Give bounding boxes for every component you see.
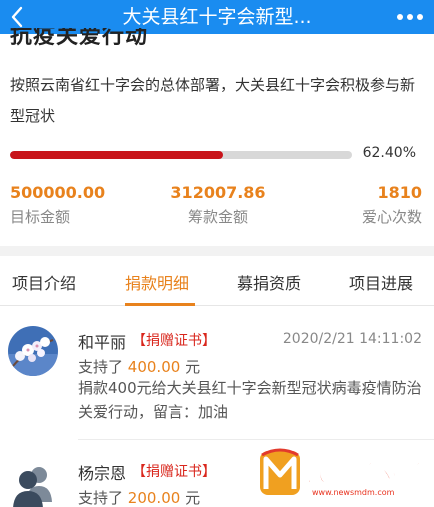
progress-bar-fill [10, 151, 224, 159]
amount-suffix: 元 [185, 358, 201, 376]
section-divider [0, 246, 434, 256]
stat-count-value: 1810 [377, 183, 422, 202]
donation-message: 捐款400元给大关县红十字会新型冠状病毒疫情防治关爱行动，留言：加油 [78, 379, 422, 421]
donation-amount: 支持了 200.00 元 [78, 487, 200, 507]
progress-percent: 62.40% [362, 145, 416, 161]
avatar [8, 326, 58, 376]
watermark-logo-icon: 民声面对面 www.newsmdm.com [260, 448, 430, 497]
item-divider [78, 439, 434, 440]
amount-value: 200.00 [127, 489, 181, 507]
blossom-photo-icon [8, 326, 58, 376]
amount-prefix: 支持了 [78, 358, 124, 376]
svg-text:www.newsmdm.com: www.newsmdm.com [312, 488, 395, 497]
svg-text:民声面对面: 民声面对面 [306, 459, 430, 487]
amount-value: 400.00 [127, 358, 181, 376]
donor-name: 杨宗恩 [78, 464, 127, 483]
project-heading-text: 抗疫关爱行动 [10, 28, 149, 48]
tab-bar: 项目介绍 捐款明细 募捐资质 项目进展 [0, 256, 434, 306]
active-tab-indicator [125, 303, 195, 306]
certificate-link[interactable]: 【捐赠证书】 [132, 461, 216, 481]
more-button[interactable] [390, 0, 430, 34]
donation-amount: 支持了 400.00 元 [78, 356, 200, 377]
donation-item: 和平丽 【捐赠证书】 2020/2/21 14:11:02 支持了 400.00… [0, 320, 434, 440]
users-icon [13, 467, 52, 507]
tab-donation-details[interactable]: 捐款明细 [125, 270, 189, 294]
stat-target-label: 目标金额 [10, 208, 71, 226]
amount-prefix: 支持了 [78, 489, 124, 507]
stat-raised: 312007.86 筹款金额 [168, 183, 268, 227]
donation-time: 2020/2/21 14:11:02 [282, 331, 422, 347]
chevron-left-icon [11, 6, 23, 28]
donor-name: 和平丽 [78, 333, 127, 352]
watermark-logo: 民声面对面 www.newsmdm.com [252, 443, 432, 507]
stat-count: 1810 爱心次数 [362, 183, 422, 227]
stat-target-value: 500000.00 [10, 183, 106, 202]
project-description: 按照云南省红十字会的总体部署，大关县红十字会积极参与新型冠状 [10, 76, 416, 125]
certificate-link[interactable]: 【捐赠证书】 [132, 330, 216, 350]
stat-raised-label: 筹款金额 [187, 208, 248, 226]
avatar [8, 460, 58, 507]
tab-project-intro[interactable]: 项目介绍 [12, 270, 76, 294]
stat-raised-value: 312007.86 [170, 183, 266, 202]
tab-fundraising-qualification[interactable]: 募捐资质 [237, 270, 301, 294]
amount-suffix: 元 [185, 489, 201, 507]
progress-bar [10, 151, 352, 159]
stat-count-label: 爱心次数 [361, 208, 422, 226]
project-heading: 抗疫关爱行动 [10, 28, 210, 48]
tab-project-progress[interactable]: 项目进展 [349, 270, 413, 294]
stat-target: 500000.00 目标金额 [10, 183, 105, 227]
more-dots-icon [397, 14, 423, 20]
